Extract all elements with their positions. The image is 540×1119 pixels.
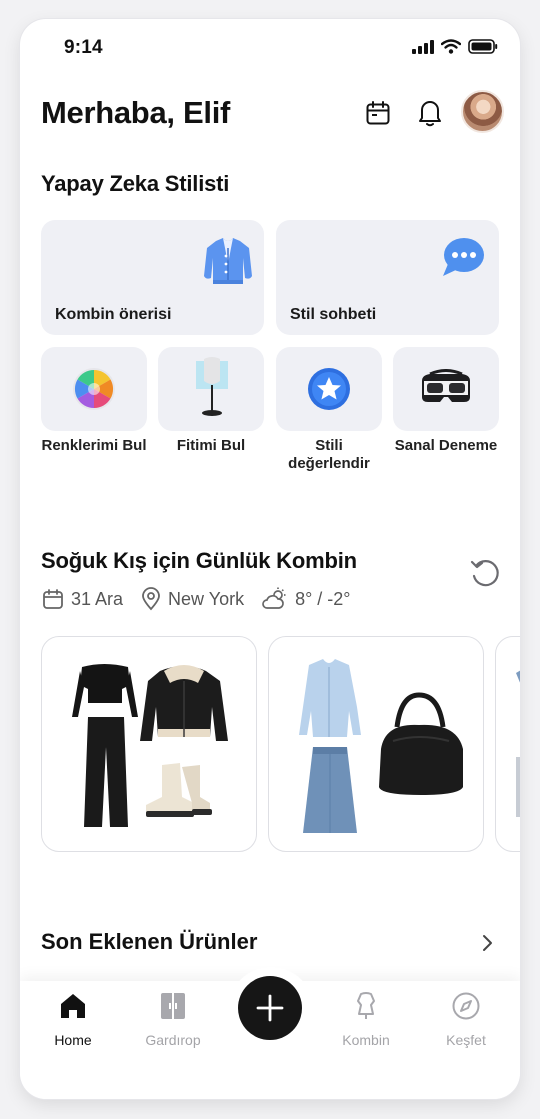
nav-wardrobe-label: Gardırop — [145, 1032, 201, 1048]
vr-headset-icon — [422, 369, 470, 402]
black-bag-image — [394, 692, 446, 728]
compass-icon — [452, 992, 480, 1020]
outfit-weather: 8° / -2° — [262, 587, 351, 611]
find-colors-label: Renklerimi Bul — [41, 437, 147, 454]
location-pin-icon — [142, 587, 160, 611]
outfit-meta-row: 31 Ara New York 8° / -2° — [42, 587, 369, 611]
find-fit-card[interactable] — [158, 347, 264, 431]
partly-cloudy-icon — [262, 587, 286, 609]
outfit-card[interactable] — [495, 636, 520, 852]
greeting-title: Merhaba, Elif — [41, 95, 231, 130]
outfit-illustration-2 — [299, 659, 463, 833]
cellular-signal-icon — [412, 39, 434, 54]
mannequin-icon — [196, 357, 228, 416]
status-icons — [412, 39, 498, 54]
outfit-illustration-1 — [72, 664, 228, 827]
outfit-date: 31 Ara — [42, 588, 123, 610]
nav-explore[interactable]: Keşfet — [426, 991, 506, 1048]
virtual-try-on-card[interactable] — [393, 347, 499, 431]
evaluate-style-label-line2: değerlendir — [288, 455, 370, 472]
evaluate-style-label: Stili değerlendir — [270, 437, 388, 473]
recent-products-title: Son Eklenen Ürünler — [41, 929, 258, 954]
outfit-card[interactable] — [268, 636, 484, 852]
black-trousers-image — [84, 717, 128, 827]
outfit-location-text: New York — [168, 588, 245, 609]
calendar-button[interactable] — [360, 95, 396, 131]
find-fit-label: Fitimi Bul — [176, 437, 246, 454]
evaluate-style-card[interactable] — [276, 347, 382, 431]
nav-wardrobe[interactable]: Gardırop — [133, 991, 213, 1048]
chevron-right-icon[interactable] — [478, 931, 498, 955]
outfit-suggestion-label: Kombin önerisi — [55, 306, 172, 323]
calendar-icon — [366, 101, 390, 125]
chat-bubble-icon — [443, 238, 484, 276]
virtual-try-on-label: Sanal Deneme — [394, 437, 498, 454]
nav-home-label: Home — [54, 1032, 92, 1048]
bell-icon — [419, 101, 441, 127]
black-top-image — [80, 664, 130, 703]
outfit-location: New York — [141, 587, 244, 611]
battery-icon — [468, 39, 498, 54]
profile-avatar[interactable] — [461, 90, 504, 133]
home-icon — [61, 994, 85, 1018]
bottom-navigation: Home Gardırop Kombin Keşfet — [20, 967, 520, 1099]
outfit-card[interactable] — [41, 636, 257, 852]
blue-shirt-image — [299, 659, 361, 737]
add-button[interactable] — [238, 976, 302, 1040]
status-bar: 9:14 — [20, 19, 520, 75]
outfit-weather-text: 8° / -2° — [295, 588, 351, 609]
dress-form-icon — [357, 992, 375, 1019]
phone-screen: 9:14 Merhaba, Elif Yapay Zeka Stilisti K… — [20, 19, 520, 1099]
outfit-date-text: 31 Ara — [71, 588, 124, 609]
style-chat-card[interactable]: Stil sohbeti — [276, 220, 499, 335]
refresh-icon[interactable] — [469, 557, 501, 589]
find-colors-card[interactable] — [41, 347, 147, 431]
cardigan-icon — [204, 238, 252, 284]
calendar-small-icon — [43, 589, 63, 609]
daily-outfit-title: Soğuk Kış için Günlük Kombin — [41, 548, 357, 573]
status-time: 9:14 — [64, 37, 103, 58]
nav-explore-label: Keşfet — [446, 1032, 486, 1048]
wifi-icon — [441, 39, 461, 54]
plus-icon — [256, 994, 284, 1022]
nav-outfit[interactable]: Kombin — [326, 991, 406, 1048]
notifications-button[interactable] — [412, 95, 448, 131]
style-chat-label: Stil sohbeti — [290, 306, 377, 323]
evaluate-style-label-line1: Stili — [315, 437, 343, 454]
nav-home[interactable]: Home — [33, 991, 113, 1048]
outfit-suggestion-card[interactable]: Kombin önerisi — [41, 220, 264, 335]
outfit-illustration-3 — [516, 670, 520, 817]
ai-stylist-title: Yapay Zeka Stilisti — [41, 171, 230, 196]
wardrobe-icon — [161, 993, 185, 1019]
color-wheel-icon — [73, 368, 115, 410]
nav-outfit-label: Kombin — [342, 1032, 390, 1048]
star-badge-icon — [308, 368, 350, 410]
